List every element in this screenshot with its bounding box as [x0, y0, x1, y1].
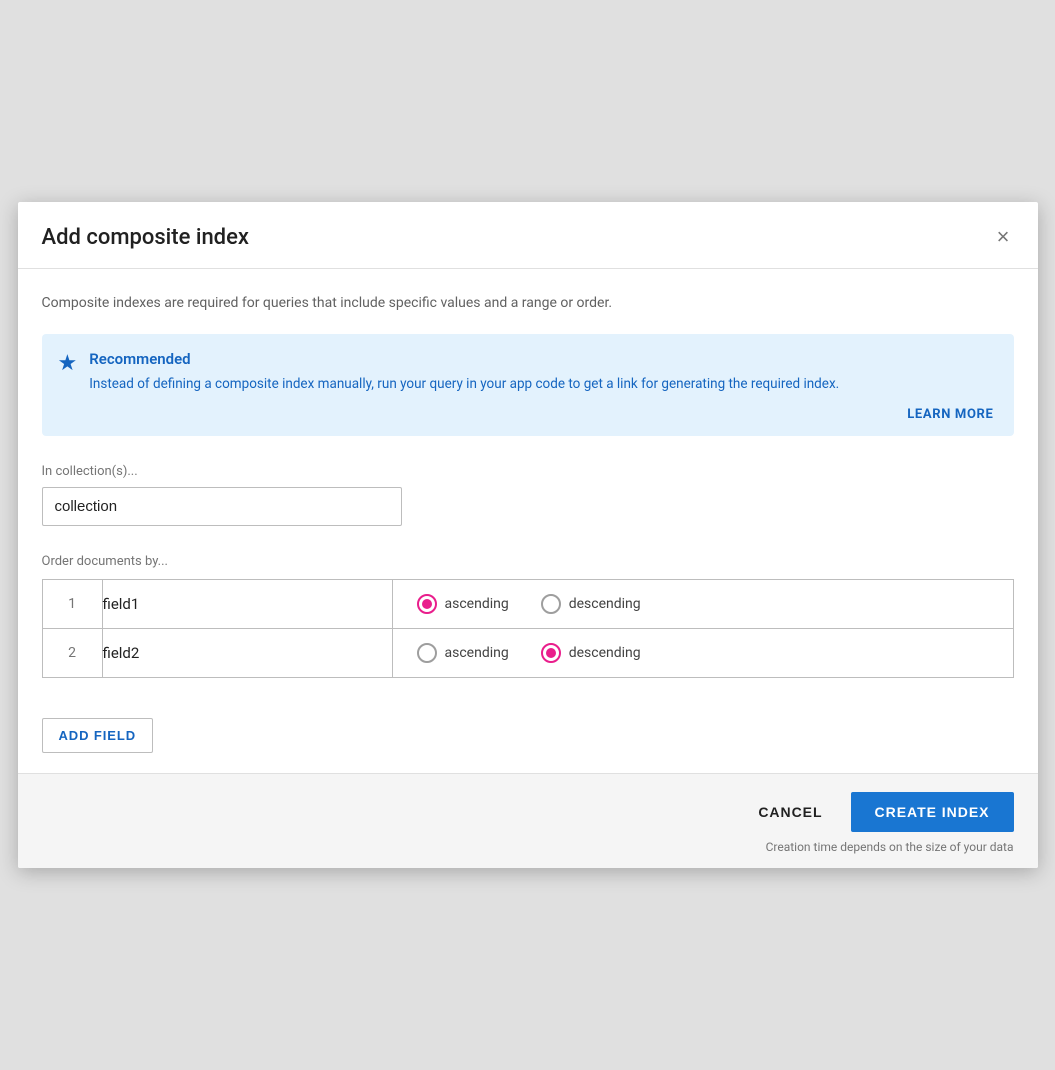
order-section: Order documents by... 1 field1 ascending — [42, 554, 1014, 678]
descending-label-1: descending — [569, 596, 641, 612]
fields-table: 1 field1 ascending descending — [42, 579, 1014, 678]
order-label: Order documents by... — [42, 554, 1014, 569]
recommendation-title: Recommended — [89, 350, 993, 368]
field-name-1: field1 — [102, 579, 392, 628]
descending-option-2[interactable]: descending — [541, 643, 641, 663]
recommendation-header: ★ Recommended Instead of defining a comp… — [58, 350, 994, 394]
ascending-radio-2[interactable] — [417, 643, 437, 663]
descending-label-2: descending — [569, 645, 641, 661]
radio-group-2: ascending descending — [392, 628, 1013, 677]
field-name-2: field2 — [102, 628, 392, 677]
learn-more-row: LEARN MORE — [58, 407, 994, 422]
close-button[interactable]: × — [993, 222, 1014, 252]
descending-radio-2[interactable] — [541, 643, 561, 663]
dialog-title: Add composite index — [42, 225, 249, 250]
recommendation-content: Recommended Instead of defining a compos… — [89, 350, 993, 394]
add-composite-index-dialog: Add composite index × Composite indexes … — [18, 202, 1038, 867]
ascending-label-2: ascending — [445, 645, 509, 661]
ascending-option-2[interactable]: ascending — [417, 643, 509, 663]
row-number-2: 2 — [42, 628, 102, 677]
collection-label: In collection(s)... — [42, 464, 1014, 479]
cancel-button[interactable]: CANCEL — [738, 792, 842, 832]
description-text: Composite indexes are required for queri… — [42, 293, 1014, 314]
learn-more-link[interactable]: LEARN MORE — [907, 407, 993, 422]
descending-radio-1[interactable] — [541, 594, 561, 614]
descending-option-1[interactable]: descending — [541, 594, 641, 614]
radio-group-1: ascending descending — [392, 579, 1013, 628]
add-field-button[interactable]: ADD FIELD — [42, 718, 154, 753]
star-icon: ★ — [58, 351, 78, 376]
footer-note: Creation time depends on the size of you… — [42, 840, 1014, 854]
table-row: 1 field1 ascending descending — [42, 579, 1013, 628]
dialog-header: Add composite index × — [18, 202, 1038, 269]
collection-section: In collection(s)... — [42, 464, 1014, 554]
footer-actions: CANCEL CREATE INDEX — [42, 792, 1014, 832]
row-number-1: 1 — [42, 579, 102, 628]
ascending-option-1[interactable]: ascending — [417, 594, 509, 614]
dialog-body: Composite indexes are required for queri… — [18, 269, 1038, 772]
collection-input[interactable] — [42, 487, 402, 526]
ascending-label-1: ascending — [445, 596, 509, 612]
recommendation-box: ★ Recommended Instead of defining a comp… — [42, 334, 1014, 435]
create-index-button[interactable]: CREATE INDEX — [851, 792, 1014, 832]
ascending-radio-1[interactable] — [417, 594, 437, 614]
dialog-footer: CANCEL CREATE INDEX Creation time depend… — [18, 773, 1038, 868]
table-row: 2 field2 ascending descending — [42, 628, 1013, 677]
recommendation-description: Instead of defining a composite index ma… — [89, 374, 993, 394]
